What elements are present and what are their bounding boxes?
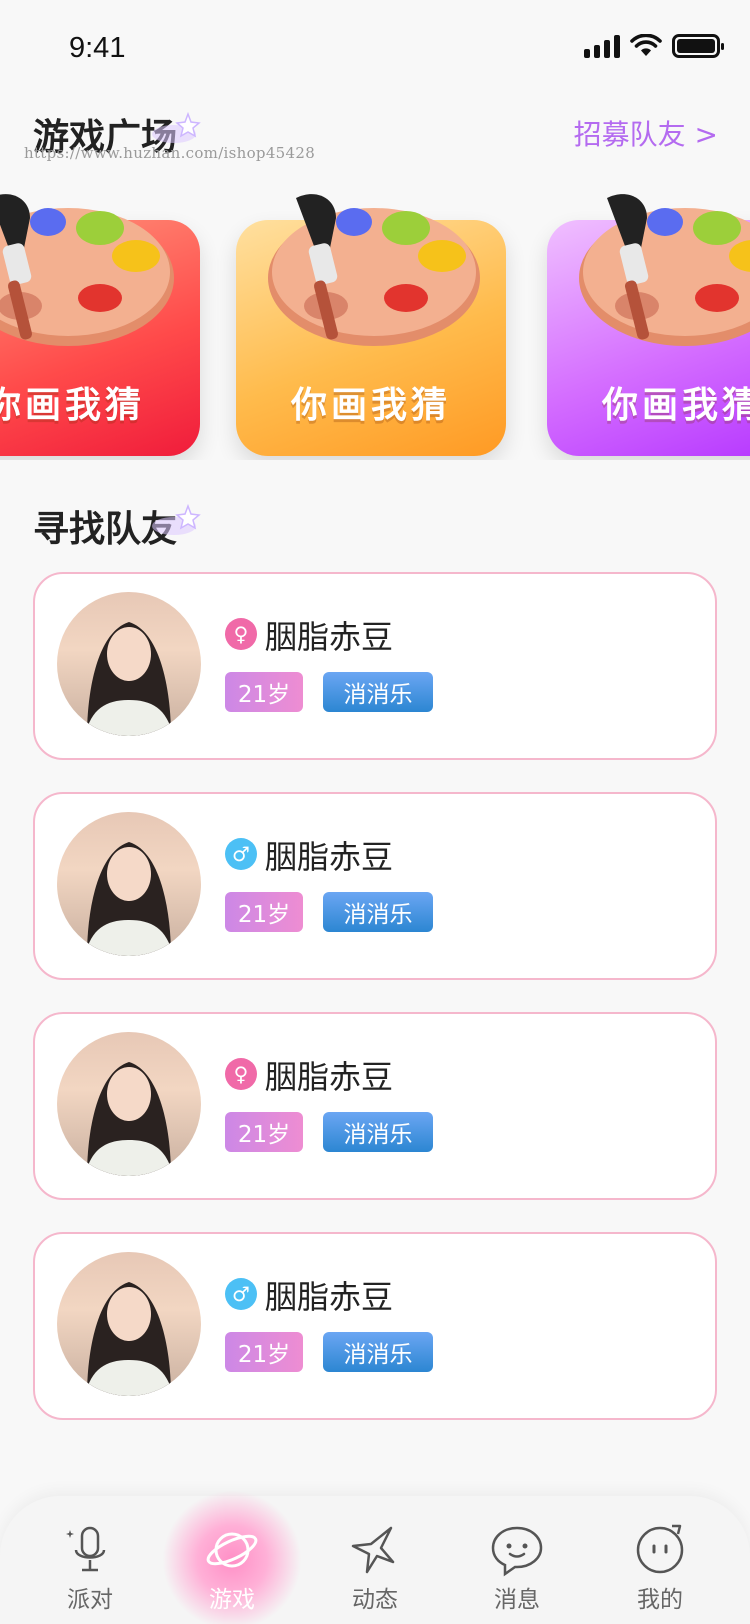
tab-label: 派对 [67, 1587, 113, 1613]
tab-messages[interactable]: 消息 [457, 1496, 577, 1624]
watermark-text: https://www.huzhan.com/ishop45428 [24, 144, 316, 162]
game-card-title: 你画我猜 [601, 385, 750, 426]
game-tag: 消消乐 [323, 1332, 433, 1372]
paint-palette-icon [0, 194, 174, 346]
avatar[interactable] [57, 592, 201, 736]
age-tag: 21岁 [225, 892, 303, 932]
microphone-icon [66, 1526, 106, 1572]
tab-label: 游戏 [209, 1587, 255, 1613]
teammate-name: 胭脂赤豆 [265, 1278, 394, 1316]
tab-profile[interactable]: 我的 [600, 1496, 720, 1624]
teammate-card[interactable]: ♂ 胭脂赤豆 21岁 消消乐 [33, 1232, 717, 1420]
tab-label: 我的 [637, 1587, 683, 1613]
game-card[interactable]: 你画我猜 [236, 194, 506, 456]
game-card[interactable]: 你画我猜 [0, 194, 200, 456]
game-card-title: 你画我猜 [0, 385, 145, 426]
sparkle-icon [152, 111, 201, 143]
tab-party[interactable]: 派对 [30, 1496, 150, 1624]
avatar[interactable] [57, 1032, 201, 1176]
status-icons [584, 34, 724, 58]
avatar[interactable] [57, 1252, 201, 1396]
avatar[interactable] [57, 812, 201, 956]
teammate-card[interactable]: ♀ 胭脂赤豆 21岁 消消乐 [33, 572, 717, 760]
status-time: 9:41 [69, 32, 126, 64]
paint-palette-icon [579, 194, 750, 346]
age-tag: 21岁 [225, 672, 303, 712]
paint-palette-icon [268, 194, 480, 346]
game-card[interactable]: 你画我猜 [547, 194, 750, 456]
teammate-name: 胭脂赤豆 [265, 838, 394, 876]
cellular-signal-icon [584, 34, 620, 58]
tab-bar: 派对 游戏 动态 消息 我的 [0, 1490, 750, 1624]
game-tag: 消消乐 [323, 1112, 433, 1152]
male-icon: ♂ [225, 1278, 257, 1310]
battery-icon [672, 34, 724, 58]
tab-games[interactable]: 游戏 [162, 1490, 302, 1624]
teammate-name: 胭脂赤豆 [265, 1058, 394, 1096]
sparkle-icon [152, 503, 201, 535]
female-icon: ♀ [225, 1058, 257, 1090]
face-icon [636, 1524, 684, 1574]
planet-icon [206, 1532, 258, 1568]
male-icon: ♂ [225, 838, 257, 870]
games-carousel[interactable]: 你画我猜 你画我猜 你画我猜 [0, 190, 750, 460]
teammate-card[interactable]: ♀ 胭脂赤豆 21岁 消消乐 [33, 1012, 717, 1200]
recruit-teammates-link[interactable]: 招募队友 > [574, 113, 718, 153]
star-icon [351, 1526, 395, 1574]
female-icon: ♀ [225, 618, 257, 650]
tab-feed[interactable]: 动态 [315, 1496, 435, 1624]
tab-label: 消息 [494, 1587, 540, 1613]
tab-label: 动态 [352, 1587, 398, 1613]
game-tag: 消消乐 [323, 672, 433, 712]
age-tag: 21岁 [225, 1332, 303, 1372]
status-bar: 9:41 [0, 0, 750, 96]
age-tag: 21岁 [225, 1112, 303, 1152]
game-tag: 消消乐 [323, 892, 433, 932]
teammate-name: 胭脂赤豆 [265, 618, 394, 656]
teammate-card[interactable]: ♂ 胭脂赤豆 21岁 消消乐 [33, 792, 717, 980]
chat-bubble-icon [491, 1526, 543, 1577]
game-card-title: 你画我猜 [290, 385, 451, 426]
wifi-icon [630, 34, 662, 56]
